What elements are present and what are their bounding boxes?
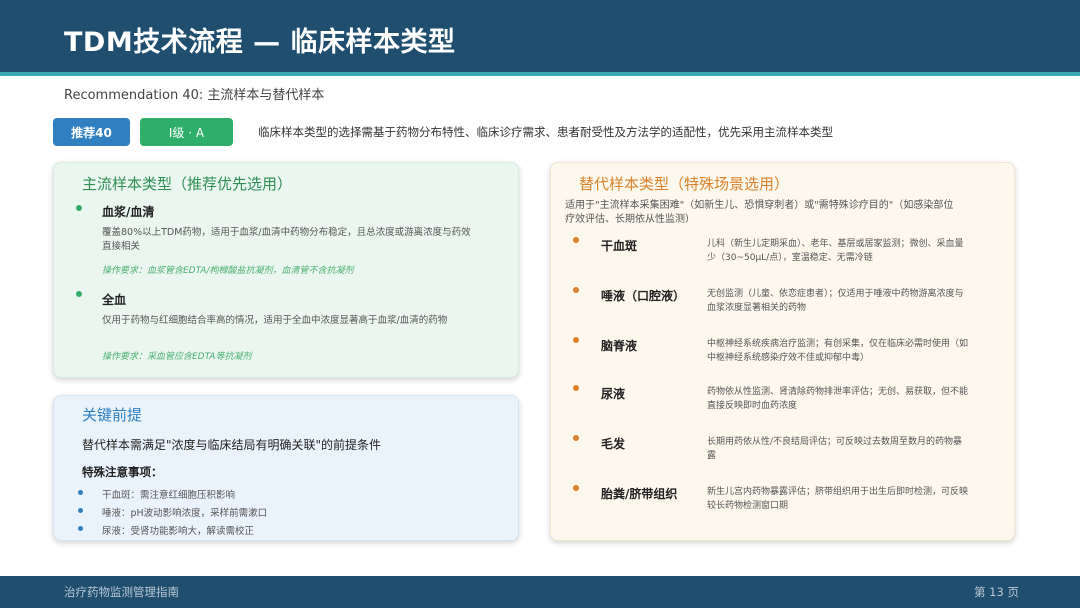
alt-item-desc-line: 直接反映即时血药浓度 — [707, 401, 798, 411]
alt-item-desc-line: 长期用药依从性/不良结局评估；可反映过去数周至数月的药物暴 — [707, 437, 963, 447]
alt-item-desc-line: 较长药物检测窗口期 — [707, 501, 789, 511]
alt-item-desc-line: 无创监测（儿童、依恋症患者）；仅适用于唾液中药物游离浓度与 — [707, 289, 964, 299]
item-requirement-plasma-serum: 操作要求：血浆管含EDTA/枸橼酸盐抗凝剂，血清管不含抗凝剂 — [102, 266, 354, 276]
header-accent-line — [0, 72, 1080, 76]
item-name-whole-blood: 全血 — [102, 293, 127, 307]
bullet-dot-icon — [78, 526, 83, 531]
alt-item-name: 毛发 — [601, 437, 626, 451]
alt-item-name: 胎粪/脐带组织 — [601, 487, 678, 501]
item-desc-plasma-serum-2: 直接相关 — [102, 241, 141, 252]
alt-item-desc-line: 中枢神经系统感染疗效不佳或抑郁中毒） — [707, 353, 870, 363]
intro-text: 临床样本类型的选择需基于药物分布特性、临床诊疗需求、患者耐受性及方法学的适配性，… — [258, 125, 833, 139]
page-number: 第 13 页 — [974, 585, 1019, 599]
alt-item-desc-line: 中枢神经系统疾病治疗监测；有创采集，仅在临床必需时使用（如 — [707, 339, 969, 349]
alt-item-desc-line: 新生儿宫内药物暴露评估；脐带组织用于出生后即时检测，可反映 — [707, 487, 969, 497]
special-notes-title: 特殊注意事项： — [82, 465, 163, 479]
alt-item-desc-line: 儿科（新生儿定期采血）、老年、基层或居家监测；微创、采血量 — [707, 239, 964, 249]
note-item: 干血斑：需注意红细胞压积影响 — [102, 490, 236, 501]
note-item: 尿液：受肾功能影响大，解读需校正 — [102, 526, 255, 537]
alt-item-desc-line: 露 — [707, 451, 717, 461]
bullet-dot-icon — [573, 385, 579, 391]
alt-item-desc: 中枢神经系统疾病治疗监测；有创采集，仅在临床必需时使用（如 中枢神经系统感染疗效… — [707, 337, 997, 365]
bullet-dot-icon — [76, 291, 82, 297]
alt-intro-line-1: 适用于"主流样本采集困难"（如新生儿、恐惧穿刺者）或"需特殊诊疗目的"（如感染部… — [565, 200, 954, 211]
bullet-dot-icon — [573, 337, 579, 343]
alt-item-desc-line: 药物依从性监测、肾清除药物排泄率评估；无创、易获取，但不能 — [707, 387, 969, 397]
key-card-title: 关键前提 — [82, 406, 143, 424]
item-name-plasma-serum: 血浆/血清 — [102, 205, 155, 219]
alt-item-desc: 无创监测（儿童、依恋症患者）；仅适用于唾液中药物游离浓度与 血浆浓度显著相关的药… — [707, 287, 997, 315]
alt-item-name: 脑脊液 — [601, 339, 638, 353]
alt-item-desc: 药物依从性监测、肾清除药物排泄率评估；无创、易获取，但不能 直接反映即时血药浓度 — [707, 385, 997, 413]
main-sample-card: 主流样本类型（推荐优先选用） 血浆/血清 覆盖80%以上TDM药物，适用于血浆/… — [53, 162, 519, 378]
note-item: 唾液：pH波动影响浓度，采样前需漱口 — [102, 508, 268, 519]
header-bar: TDM技术流程 — 临床样本类型 — [0, 0, 1080, 72]
alt-intro-line-2: 疗效评估、长期依从性监测） — [565, 214, 695, 225]
alt-item-name: 干血斑 — [601, 239, 638, 253]
key-premise-text: 替代样本需满足"浓度与临床结局有明确关联"的前提条件 — [82, 438, 382, 452]
bullet-dot-icon — [78, 490, 83, 495]
alt-item-desc-line: 血浆浓度显著相关的药物 — [707, 303, 807, 313]
recommendation-badge: 推荐40 — [53, 118, 130, 146]
item-desc-plasma-serum-1: 覆盖80%以上TDM药物，适用于血浆/血清中药物分布稳定，且总浓度或游离浓度与药… — [102, 227, 471, 238]
main-card-title: 主流样本类型（推荐优先选用） — [82, 175, 293, 193]
item-requirement-whole-blood: 操作要求：采血管应含EDTA等抗凝剂 — [102, 352, 252, 362]
page-title: TDM技术流程 — 临床样本类型 — [64, 27, 456, 58]
footer-bar: 治疗药物监测管理指南 第 13 页 — [0, 576, 1080, 608]
item-desc-whole-blood: 仅用于药物与红细胞结合率高的情况，适用于全血中浓度显著高于血浆/血清的药物 — [102, 315, 448, 326]
alt-item-name: 尿液 — [601, 387, 626, 401]
alt-item-desc: 长期用药依从性/不良结局评估；可反映过去数周至数月的药物暴 露 — [707, 435, 997, 463]
bullet-dot-icon — [573, 485, 579, 491]
footer-guide-title: 治疗药物监测管理指南 — [64, 585, 179, 599]
alt-card-title: 替代样本类型（特殊场景选用） — [579, 175, 790, 193]
bullet-dot-icon — [573, 287, 579, 293]
recommendation-subtitle: Recommendation 40: 主流样本与替代样本 — [64, 88, 325, 103]
bullet-dot-icon — [573, 237, 579, 243]
alt-item-name: 唾液（口腔液） — [601, 289, 686, 303]
bullet-dot-icon — [76, 205, 82, 211]
alt-card-intro: 适用于"主流样本采集困难"（如新生儿、恐惧穿刺者）或"需特殊诊疗目的"（如感染部… — [565, 199, 1005, 227]
alt-item-desc-line: 少（30~50μL/点），室温稳定、无需冷链 — [707, 253, 873, 263]
alternative-sample-card: 替代样本类型（特殊场景选用） 适用于"主流样本采集困难"（如新生儿、恐惧穿刺者）… — [550, 162, 1015, 541]
level-badge: Ⅰ级 · A — [140, 118, 233, 146]
alt-item-desc: 儿科（新生儿定期采血）、老年、基层或居家监测；微创、采血量 少（30~50μL/… — [707, 237, 997, 265]
bullet-dot-icon — [573, 435, 579, 441]
alt-item-desc: 新生儿宫内药物暴露评估；脐带组织用于出生后即时检测，可反映 较长药物检测窗口期 — [707, 485, 997, 513]
key-premise-card: 关键前提 替代样本需满足"浓度与临床结局有明确关联"的前提条件 特殊注意事项： … — [53, 395, 519, 541]
bullet-dot-icon — [78, 508, 83, 513]
